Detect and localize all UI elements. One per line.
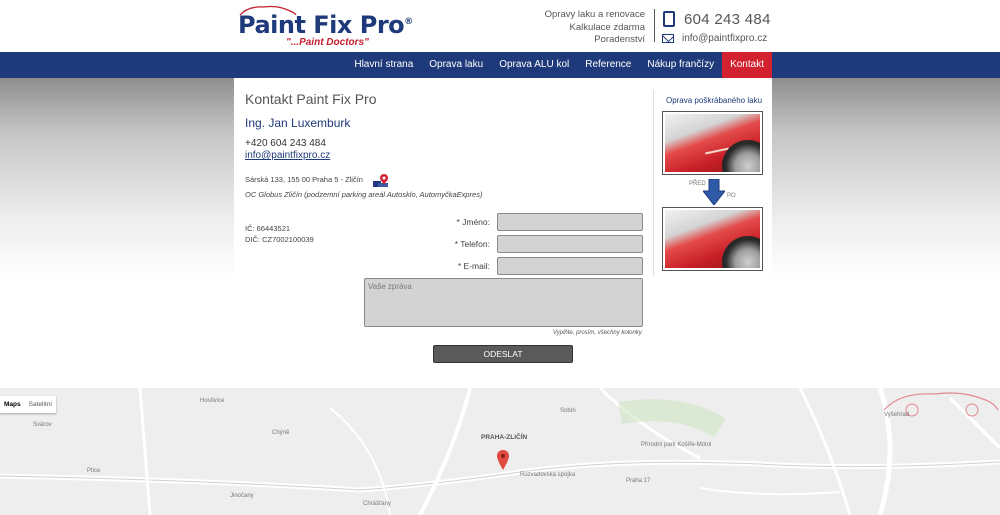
map-place: Jinočany [230, 493, 254, 499]
nav-item-franchise[interactable]: Nákup frančízy [639, 52, 722, 78]
map-place: Chýně [272, 430, 290, 436]
contact-email-link[interactable]: info@paintfixpro.cz [245, 150, 330, 161]
map-place: Svárov [33, 422, 52, 428]
company-id: IČ: 66443521 [245, 224, 291, 233]
email-input[interactable] [497, 257, 643, 275]
submit-button[interactable]: ODESLAT [433, 345, 573, 363]
map-place: Chrášťany [363, 501, 391, 507]
header-phone-number[interactable]: 604 243 484 [684, 11, 771, 28]
car-after-image [665, 210, 760, 268]
contact-person: Ing. Jan Luxemburk [245, 116, 351, 130]
google-map[interactable]: Maps Satelitní Svárov Chýně Ptice Chrášť… [0, 388, 1000, 515]
name-label: * Jméno: [456, 217, 490, 227]
map-place: PRAHA-ZLIČÍN [481, 434, 528, 441]
map-place: Praha 17 [626, 478, 651, 484]
arrow-down-icon [703, 179, 725, 205]
map-type-toggle: Maps Satelitní [0, 396, 57, 413]
location-note: OC Globus Zličín (podzemní parking areál… [245, 190, 483, 199]
service-item: Kalkulace zdarma [569, 21, 645, 33]
contact-panel: Kontakt Paint Fix Pro Ing. Jan Luxemburk… [234, 78, 772, 388]
after-label: PO [727, 193, 736, 199]
map-place: Hostivice [200, 398, 225, 404]
mail-icon [662, 33, 674, 43]
car-before-image [665, 114, 760, 172]
sidebar-title[interactable]: Oprava poškrábaného laku [664, 96, 764, 105]
contact-phone: +420 604 243 484 [245, 138, 326, 149]
service-item: Opravy laku a renovace [544, 9, 645, 20]
logo-text: Paint Fix Pro® [238, 11, 413, 39]
sidebar-divider [653, 90, 654, 276]
name-input[interactable] [497, 213, 643, 231]
header-email[interactable]: info@paintfixpro.cz [662, 30, 771, 46]
vat-id: DIČ: CZ7002100039 [245, 235, 314, 244]
before-photo[interactable] [662, 111, 763, 175]
header-contact: 604 243 484 info@paintfixpro.cz [662, 9, 771, 46]
before-after-arrow: PŘED PO [689, 179, 739, 207]
map-type-maps[interactable]: Maps [0, 396, 25, 413]
service-item: Poradenství [594, 34, 645, 45]
map-pin-icon[interactable] [372, 173, 390, 189]
header-email-link[interactable]: info@paintfixpro.cz [682, 33, 767, 44]
map-place: Rozvadovská spojka [520, 472, 576, 478]
car-watermark-icon [883, 392, 999, 417]
location-marker-icon[interactable] [497, 450, 509, 470]
map-place: Přírodní park Košíře-Motol [641, 442, 712, 448]
phone-label: * Telefon: [454, 239, 490, 249]
services-list: Opravy laku a renovace Kalkulace zdarma … [545, 9, 645, 47]
main-nav-bar: Hlavní strana Oprava laku Oprava ALU kol… [0, 52, 1000, 78]
header-divider [654, 9, 655, 42]
map-place: Ptice [87, 468, 101, 474]
after-photo[interactable] [662, 207, 763, 271]
site-logo[interactable]: Paint Fix Pro® "...Paint Doctors" [238, 5, 413, 48]
nav-item-home[interactable]: Hlavní strana [346, 52, 421, 78]
header-phone[interactable]: 604 243 484 [662, 9, 771, 29]
nav-item-alu-wheels[interactable]: Oprava ALU kol [491, 52, 577, 78]
logo-tagline: "...Paint Doctors" [286, 37, 369, 48]
phone-input[interactable] [497, 235, 643, 253]
phone-icon [663, 11, 675, 27]
contact-address: Sárská 133, 155 00 Praha 5 - Zličín [245, 175, 363, 184]
nav-item-paint-repair[interactable]: Oprava laku [421, 52, 491, 78]
nav-item-reference[interactable]: Reference [577, 52, 639, 78]
message-textarea[interactable] [364, 278, 643, 327]
nav-item-contact[interactable]: Kontakt [722, 52, 772, 78]
page-title: Kontakt Paint Fix Pro [245, 91, 377, 107]
map-place: Sobín [560, 408, 576, 414]
main-nav: Hlavní strana Oprava laku Oprava ALU kol… [346, 52, 772, 78]
map-type-satellite[interactable]: Satelitní [25, 396, 57, 413]
form-hint: Vyplňte, prosím, všechny kolonky. [552, 330, 643, 336]
site-header: Paint Fix Pro® "...Paint Doctors" Opravy… [0, 0, 1000, 52]
email-label: * E-mail: [457, 261, 490, 271]
